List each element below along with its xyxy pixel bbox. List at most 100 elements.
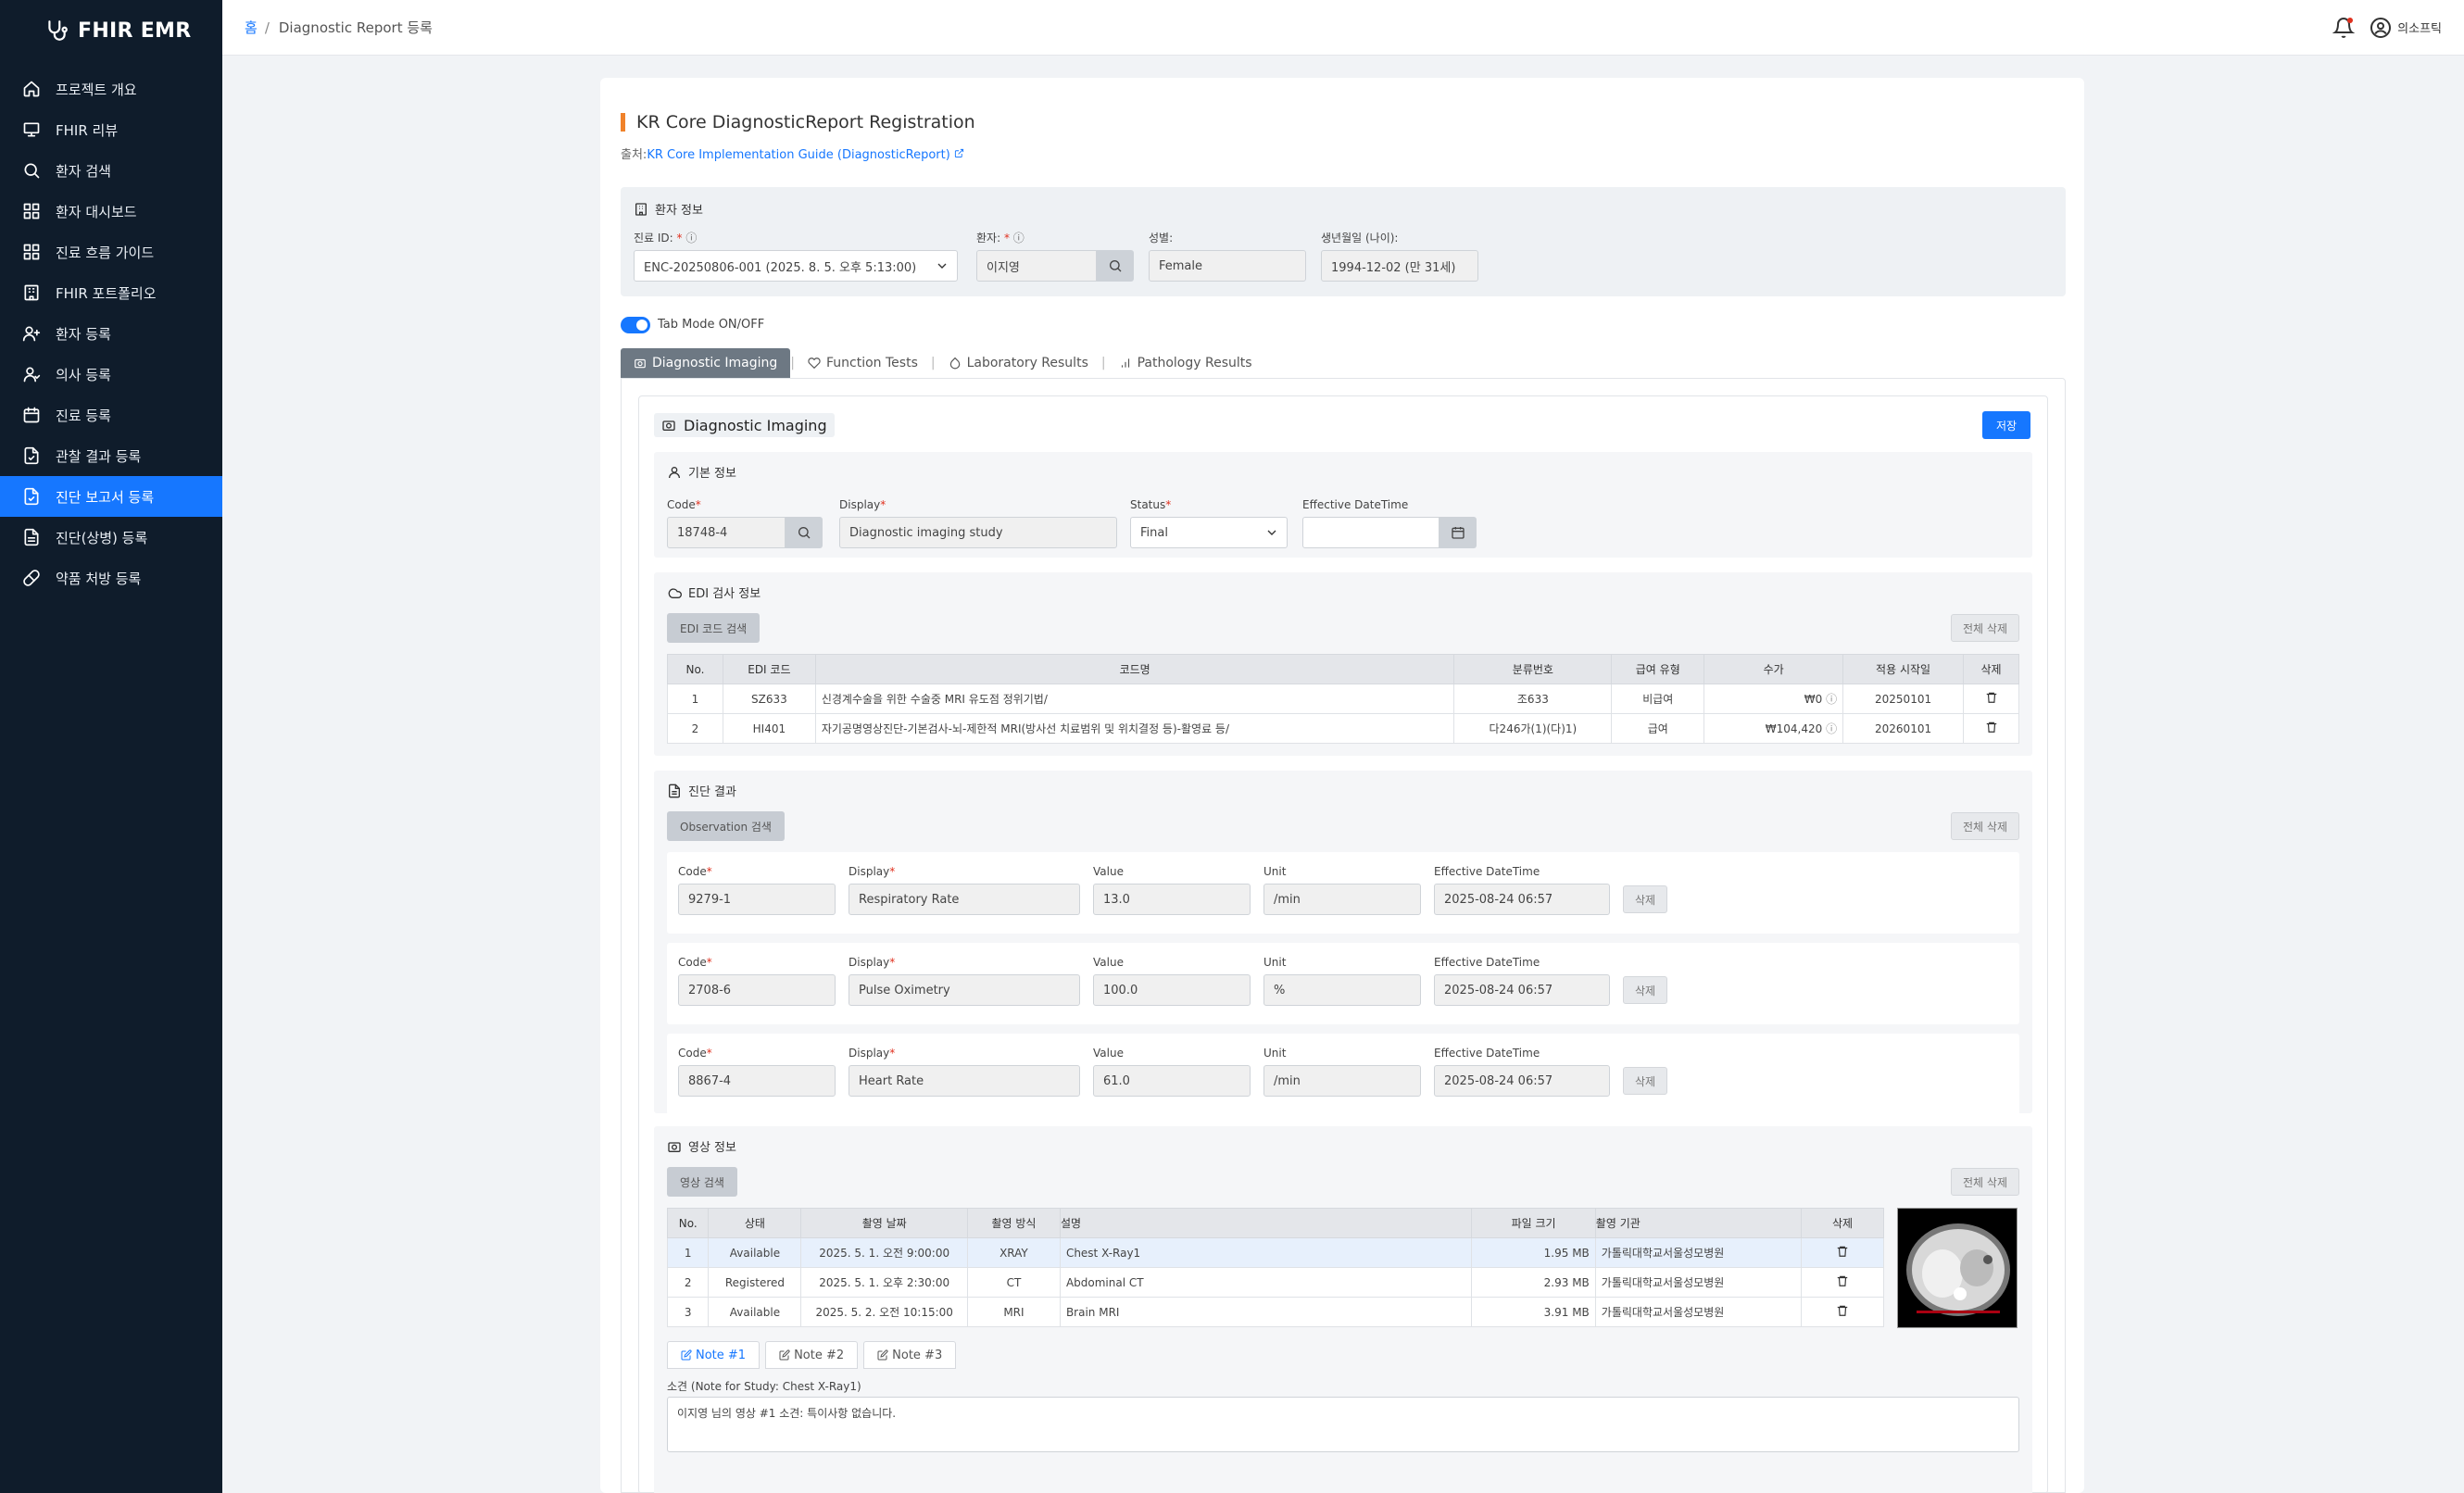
patient-field[interactable]: 이지영 xyxy=(976,250,1097,282)
tab-diagnostic-imaging[interactable]: Diagnostic Imaging xyxy=(621,348,791,378)
tab-function-tests[interactable]: Function Tests xyxy=(795,348,931,378)
sidebar-item[interactable]: FHIR 리뷰 xyxy=(0,109,222,150)
obs-effective-field[interactable]: 2025-08-24 06:57 xyxy=(1434,884,1610,915)
sidebar-item[interactable]: 진료 등록 xyxy=(0,395,222,435)
obs-unit-field[interactable]: /min xyxy=(1263,884,1421,915)
obs-unit-label: Unit xyxy=(1263,1047,1287,1060)
save-button[interactable]: 저장 xyxy=(1982,411,2030,439)
tab-mode-toggle[interactable] xyxy=(621,317,650,333)
external-link-icon[interactable] xyxy=(954,148,964,158)
obs-value-field[interactable]: 61.0 xyxy=(1093,1065,1251,1097)
obs-unit-field[interactable]: % xyxy=(1263,974,1421,1006)
sidebar-item[interactable]: 환자 검색 xyxy=(0,150,222,191)
image-thumbnail[interactable] xyxy=(1897,1208,2018,1328)
sidebar-item[interactable]: 의사 등록 xyxy=(0,354,222,395)
obs-display-field[interactable]: Heart Rate xyxy=(849,1065,1080,1097)
sidebar-item[interactable]: 관찰 결과 등록 xyxy=(0,435,222,476)
encounter-select[interactable]: ENC-20250806-001 (2025. 8. 5. 오후 5:13:00… xyxy=(634,250,958,282)
results-delete-all-button[interactable]: 전체 삭제 xyxy=(1951,812,2019,840)
user-menu[interactable]: 의소프틱 xyxy=(2370,17,2442,39)
sidebar-item[interactable]: 진단 보고서 등록 xyxy=(0,476,222,517)
info-icon[interactable]: ⓘ xyxy=(1826,693,1837,706)
obs-display-field[interactable]: Respiratory Rate xyxy=(849,884,1080,915)
observation-search-button[interactable]: Observation 검색 xyxy=(667,811,785,841)
brand[interactable]: FHIR EMR xyxy=(0,0,222,61)
imaging-column-header: 파일 크기 xyxy=(1471,1208,1596,1238)
patient-search-button[interactable] xyxy=(1097,250,1134,282)
imaging-row[interactable]: 2 Registered 2025. 5. 1. 오후 2:30:00 CT Abdom… xyxy=(666,1267,1884,1298)
obs-delete-button[interactable]: 삭제 xyxy=(1623,976,1668,1004)
img-delete-button[interactable] xyxy=(1801,1267,1884,1298)
obs-code-field[interactable]: 2708-6 xyxy=(678,974,836,1006)
tab-laboratory-results[interactable]: Laboratory Results xyxy=(936,348,1101,378)
building-icon xyxy=(24,284,39,301)
imaging-delete-all-button[interactable]: 전체 삭제 xyxy=(1951,1168,2019,1196)
img-delete-button[interactable] xyxy=(1801,1237,1884,1268)
code-field[interactable]: 18748-4 xyxy=(667,517,786,548)
obs-unit-value: /min xyxy=(1274,1073,1301,1088)
edi-search-button[interactable]: EDI 코드 검색 xyxy=(667,613,761,643)
source-link[interactable]: KR Core Implementation Guide (Diagnostic… xyxy=(647,148,949,162)
search-icon xyxy=(24,163,40,179)
obs-display-field[interactable]: Pulse Oximetry xyxy=(849,974,1080,1006)
breadcrumb-current: Diagnostic Report 등록 xyxy=(278,19,433,36)
obs-value: 13.0 xyxy=(1103,892,1130,907)
obs-display-label: Display* xyxy=(849,1047,896,1060)
edi-column-header: 분류번호 xyxy=(1453,654,1613,684)
obs-effective-field[interactable]: 2025-08-24 06:57 xyxy=(1434,1065,1610,1097)
effective-field[interactable] xyxy=(1302,517,1439,548)
sidebar-item[interactable]: 프로젝트 개요 xyxy=(0,69,222,109)
sidebar-item[interactable]: FHIR 포트폴리오 xyxy=(0,272,222,313)
edi-class: 다246가(1)(다)1) xyxy=(1453,713,1613,744)
edi-delete-all-button[interactable]: 전체 삭제 xyxy=(1951,614,2019,642)
sidebar-item[interactable]: 진료 흐름 가이드 xyxy=(0,232,222,272)
note-tab[interactable]: Note #2 xyxy=(765,1341,859,1369)
status-select[interactable]: Final xyxy=(1130,517,1288,548)
imaging-panel: Diagnostic Imaging 저장 기본 정보 Code* 18748-… xyxy=(638,395,2048,1493)
sidebar-item[interactable]: 환자 대시보드 xyxy=(0,191,222,232)
heart-icon xyxy=(808,358,821,370)
img-description: Abdominal CT xyxy=(1059,1267,1473,1298)
obs-code-label-text: Code xyxy=(678,1047,707,1060)
calendar-button[interactable] xyxy=(1439,517,1477,548)
info-icon[interactable]: ⓘ xyxy=(1826,722,1837,735)
tab-pathology-results[interactable]: Pathology Results xyxy=(1106,348,1265,378)
note-tab[interactable]: Note #3 xyxy=(863,1341,957,1369)
note-textarea[interactable]: 이지영 님의 영상 #1 소견: 특이사항 없습니다. xyxy=(667,1397,2019,1452)
code-search-button[interactable] xyxy=(786,517,823,548)
status-label-text: Status xyxy=(1130,498,1166,511)
note-tab[interactable]: Note #1 xyxy=(667,1341,761,1369)
sidebar-item[interactable]: 환자 등록 xyxy=(0,313,222,354)
img-organization: 가톨릭대학교서울성모병원 xyxy=(1594,1267,1803,1298)
obs-code-value: 8867-4 xyxy=(688,1073,732,1088)
bell-icon[interactable] xyxy=(2332,17,2356,39)
breadcrumb-home[interactable]: 홈 xyxy=(245,18,258,37)
edi-title: EDI 검사 정보 xyxy=(688,587,761,601)
obs-delete-button[interactable]: 삭제 xyxy=(1623,1067,1668,1095)
obs-code-field[interactable]: 9279-1 xyxy=(678,884,836,915)
note-tab-label: Note #3 xyxy=(892,1348,943,1362)
obs-value-field[interactable]: 100.0 xyxy=(1093,974,1251,1006)
edi-delete-button[interactable] xyxy=(1963,684,2019,714)
img-size: 1.95 MB xyxy=(1471,1237,1596,1268)
obs-unit-field[interactable]: /min xyxy=(1263,1065,1421,1097)
obs-effective-field[interactable]: 2025-08-24 06:57 xyxy=(1434,974,1610,1006)
sidebar-item[interactable]: 진단(상병) 등록 xyxy=(0,517,222,558)
imaging-search-button[interactable]: 영상 검색 xyxy=(667,1167,737,1197)
edi-column-header: 코드명 xyxy=(814,654,1455,684)
imaging-title: 영상 정보 xyxy=(688,1141,736,1155)
display-field[interactable]: Diagnostic imaging study xyxy=(839,517,1117,548)
sidebar-item-label: 진료 흐름 가이드 xyxy=(56,244,155,261)
display-label-text: Display xyxy=(839,498,881,511)
obs-unit-value: % xyxy=(1274,983,1286,997)
obs-delete-button[interactable]: 삭제 xyxy=(1623,885,1668,913)
obs-code-field[interactable]: 8867-4 xyxy=(678,1065,836,1097)
obs-value-field[interactable]: 13.0 xyxy=(1093,884,1251,915)
search-icon xyxy=(798,527,811,539)
edi-delete-button[interactable] xyxy=(1963,713,2019,744)
imaging-row[interactable]: 3 Available 2025. 5. 2. 오전 10:15:00 MRI Brai… xyxy=(666,1297,1884,1327)
img-delete-button[interactable] xyxy=(1801,1297,1884,1327)
imaging-row[interactable]: 1 Available 2025. 5. 1. 오전 9:00:00 XRAY Ches… xyxy=(666,1237,1884,1268)
source-line: 출처:KR Core Implementation Guide (Diagnos… xyxy=(621,144,964,162)
sidebar-item[interactable]: 약품 처방 등록 xyxy=(0,558,222,598)
